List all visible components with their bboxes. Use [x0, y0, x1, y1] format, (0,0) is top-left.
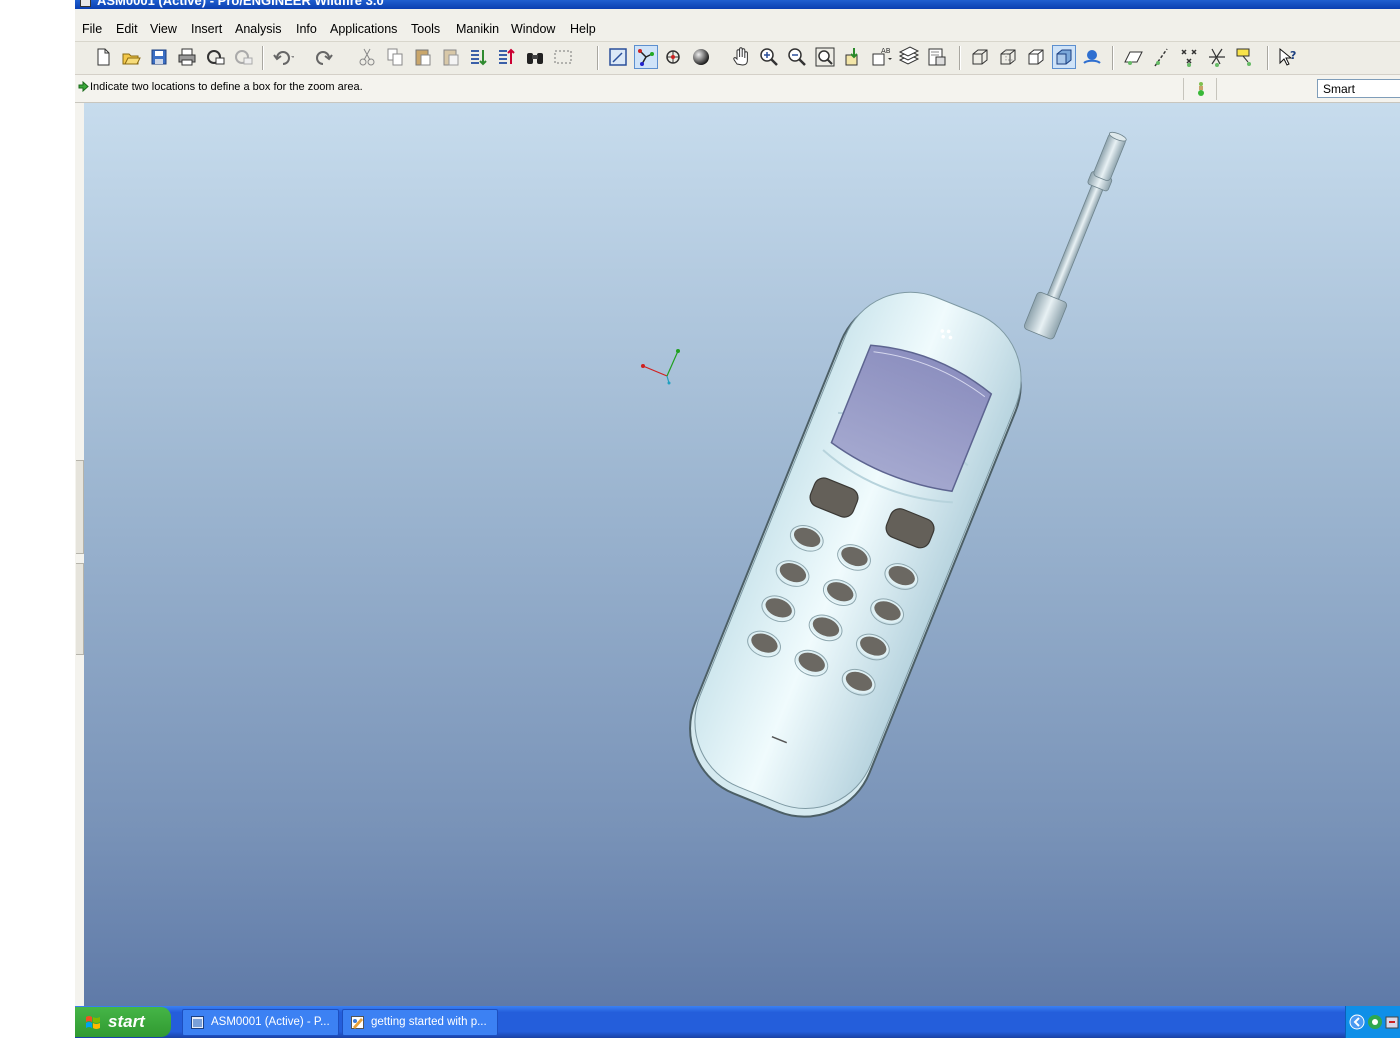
orient-mode-icon[interactable]: [662, 46, 684, 68]
window-title: ASM0001 (Active) - Pro/ENGINEER Wildfire…: [97, 0, 384, 8]
regen-manager-icon[interactable]: [496, 46, 518, 68]
browser-sash[interactable]: [76, 563, 84, 655]
appearance-icon[interactable]: [690, 46, 712, 68]
hidden-line-icon[interactable]: [997, 46, 1019, 68]
send-link-icon[interactable]: [232, 46, 254, 68]
find-icon[interactable]: [524, 46, 546, 68]
app-window-icon: [80, 0, 91, 7]
menu-applications[interactable]: Applications: [330, 22, 397, 36]
enhanced-realism-icon[interactable]: [1081, 46, 1103, 68]
redo-icon[interactable]: [312, 46, 334, 68]
status-divider: [1216, 78, 1217, 100]
annotations-icon[interactable]: [1234, 46, 1256, 68]
new-icon[interactable]: [92, 46, 114, 68]
pan-icon[interactable]: [730, 46, 752, 68]
send-mail-icon[interactable]: [204, 46, 226, 68]
menu-analysis[interactable]: Analysis: [235, 22, 282, 36]
menu-insert[interactable]: Insert: [191, 22, 222, 36]
spin-center-icon[interactable]: [634, 45, 658, 69]
toolbar-separator: [262, 46, 264, 70]
windows-taskbar: start ASM0001 (Active) - P... getting st…: [75, 1006, 1400, 1038]
menu-window[interactable]: Window: [511, 22, 555, 36]
select-box-icon[interactable]: [552, 46, 574, 68]
taskbar-item-proe[interactable]: ASM0001 (Active) - P...: [182, 1009, 339, 1036]
context-help-icon[interactable]: ?: [1277, 46, 1299, 68]
open-icon[interactable]: [120, 46, 142, 68]
message-text: Indicate two locations to define a box f…: [90, 81, 363, 93]
undo-icon[interactable]: [272, 46, 294, 68]
toolbar-separator: [1112, 46, 1114, 70]
phone-body: [689, 291, 1022, 818]
navigator-sash[interactable]: [76, 460, 84, 554]
toolbar-separator: [1267, 46, 1269, 70]
paint-document-icon: [351, 1016, 364, 1029]
paste-icon[interactable]: [412, 46, 434, 68]
svg-text:?: ?: [1290, 49, 1296, 62]
menu-view[interactable]: View: [150, 22, 177, 36]
regen-status-icon[interactable]: [1196, 81, 1206, 97]
navigator-collapse-strip: [75, 103, 84, 1006]
phone-model: [689, 131, 1127, 818]
menu-help[interactable]: Help: [570, 22, 596, 36]
taskbar-item-label: getting started with p...: [371, 1016, 487, 1028]
status-divider: [1183, 78, 1184, 100]
main-toolbar: AB ?: [75, 42, 1400, 74]
view-manager-icon[interactable]: [926, 46, 948, 68]
menu-info[interactable]: Info: [296, 22, 317, 36]
network-tray-icon[interactable]: [1367, 1014, 1383, 1030]
datum-axes-icon[interactable]: [1150, 46, 1172, 68]
taskbar-item-paint[interactable]: getting started with p...: [342, 1009, 498, 1036]
shading-icon[interactable]: [1052, 45, 1076, 69]
regenerate-icon[interactable]: [468, 46, 490, 68]
saved-views-icon[interactable]: AB: [870, 46, 892, 68]
windows-logo-icon: [86, 1016, 100, 1029]
zoom-in-icon[interactable]: [758, 46, 780, 68]
toolbar-separator: [597, 46, 599, 70]
prompt-arrow-icon: [78, 81, 89, 92]
title-bar[interactable]: ASM0001 (Active) - Pro/ENGINEER Wildfire…: [75, 0, 1400, 9]
model-view: [641, 131, 1127, 818]
print-icon[interactable]: [176, 46, 198, 68]
coordinate-systems-icon[interactable]: [1206, 46, 1228, 68]
taskbar-item-label: ASM0001 (Active) - P...: [211, 1016, 330, 1028]
selection-filter-dropdown[interactable]: Smart: [1317, 79, 1400, 98]
graphics-window[interactable]: [84, 103, 1400, 1006]
save-icon[interactable]: [148, 46, 170, 68]
proe-application-window: ASM0001 (Active) - Pro/ENGINEER Wildfire…: [75, 0, 1400, 1006]
datum-planes-icon[interactable]: [1122, 46, 1144, 68]
repaint-icon[interactable]: [607, 46, 629, 68]
layers-icon[interactable]: [898, 46, 920, 68]
wireframe-icon[interactable]: [969, 46, 991, 68]
proe-window-icon: [191, 1016, 204, 1029]
cut-icon[interactable]: [356, 46, 378, 68]
tray-expand-icon[interactable]: [1349, 1014, 1365, 1030]
security-tray-icon[interactable]: [1384, 1014, 1400, 1030]
system-tray: [1345, 1006, 1400, 1038]
start-label: start: [108, 1012, 145, 1031]
toolbar-separator: [959, 46, 961, 70]
paste-special-icon[interactable]: [440, 46, 462, 68]
message-area: Indicate two locations to define a box f…: [75, 75, 1400, 103]
start-button[interactable]: start: [75, 1007, 171, 1037]
reorient-icon[interactable]: [842, 46, 864, 68]
no-hidden-icon[interactable]: [1025, 46, 1047, 68]
menu-file[interactable]: File: [82, 22, 102, 36]
phone-antenna: [1024, 131, 1127, 340]
zoom-out-icon[interactable]: [786, 46, 808, 68]
menu-manikin[interactable]: Manikin: [456, 22, 499, 36]
svg-text:AB: AB: [881, 47, 891, 55]
copy-icon[interactable]: [384, 46, 406, 68]
menu-tools[interactable]: Tools: [411, 22, 440, 36]
coordinate-triad-icon: [641, 349, 680, 385]
menu-bar: File Edit View Insert Analysis Info Appl…: [75, 9, 1400, 42]
menu-edit[interactable]: Edit: [116, 22, 138, 36]
datum-points-icon[interactable]: [1178, 46, 1200, 68]
refit-icon[interactable]: [814, 46, 836, 68]
